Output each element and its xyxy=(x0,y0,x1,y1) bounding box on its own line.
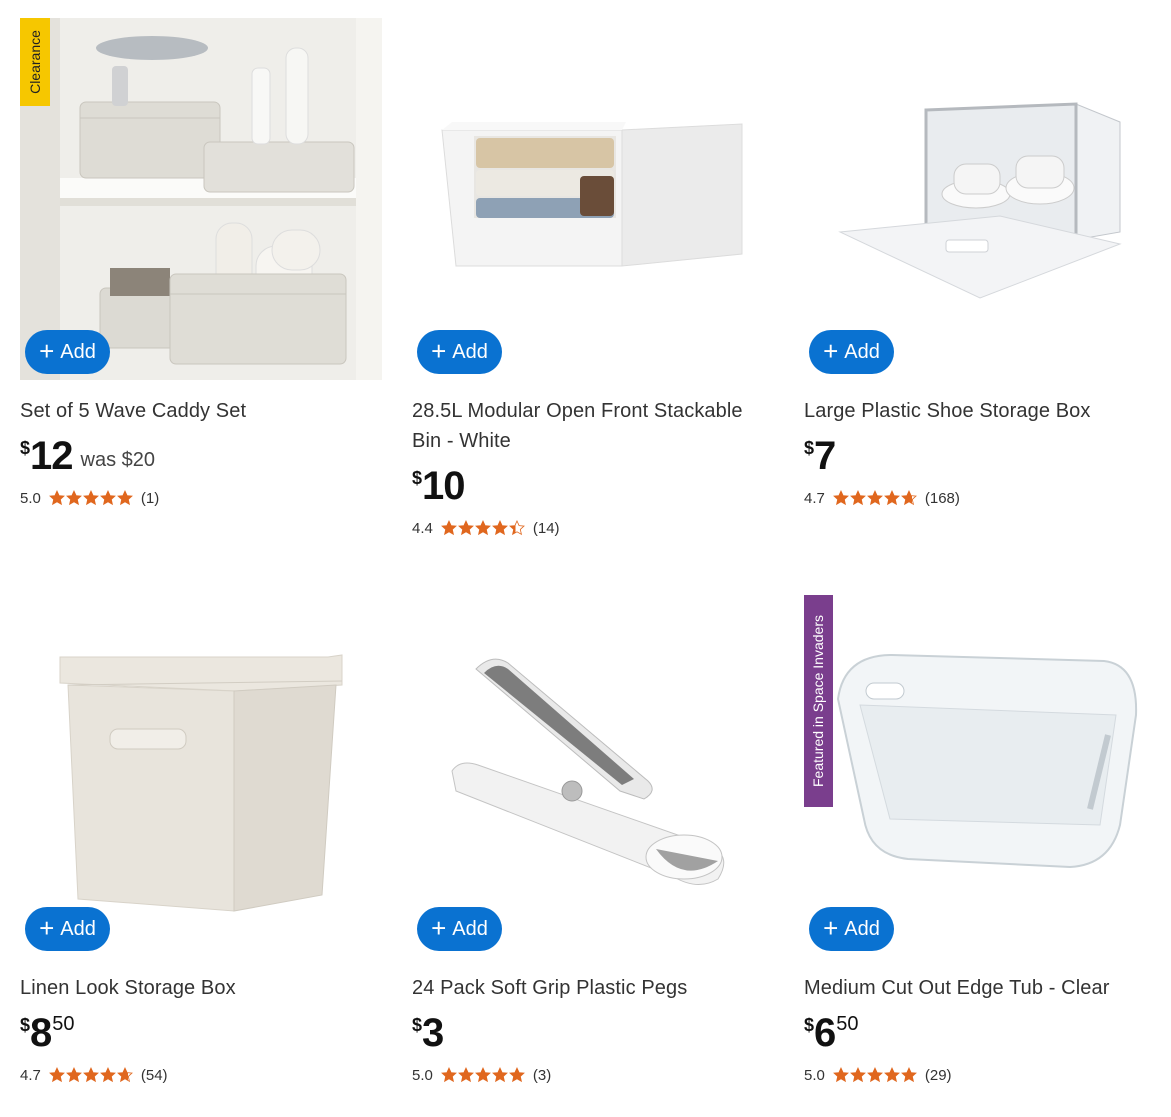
star-icon xyxy=(82,1067,99,1083)
star-rating xyxy=(440,520,525,536)
rating-value: 4.7 xyxy=(804,489,825,507)
product-price: $ 3 xyxy=(412,1011,444,1055)
star-icon xyxy=(832,1067,849,1083)
star-icon xyxy=(508,1067,525,1083)
product-card[interactable]: + Add Linen Look Storage Box $ 8 50 4.7 … xyxy=(20,595,382,1085)
add-to-cart-button[interactable]: + Add xyxy=(809,907,894,951)
star-rating xyxy=(832,490,917,506)
featured-badge: Featured in Space Invaders xyxy=(804,595,833,807)
product-rating: 4.4 (14) xyxy=(412,518,774,538)
star-icon xyxy=(866,490,883,506)
add-to-cart-button[interactable]: + Add xyxy=(25,330,110,374)
star-icon xyxy=(900,490,917,506)
product-rating: 5.0 (29) xyxy=(804,1065,1166,1085)
star-icon xyxy=(832,490,849,506)
product-card[interactable]: Featured in Space Invaders + Add Medium … xyxy=(804,595,1166,1085)
linen-box-photo xyxy=(20,595,382,957)
star-icon xyxy=(900,1067,917,1083)
product-rating: 4.7 (54) xyxy=(20,1065,382,1085)
product-image[interactable]: Featured in Space Invaders + Add xyxy=(804,595,1166,957)
product-card[interactable]: Clearance + Add Set of 5 Wave Caddy Set … xyxy=(20,18,382,508)
product-price: $ 6 50 xyxy=(804,1011,859,1055)
review-count: (1) xyxy=(140,489,160,507)
product-price: $ 8 50 xyxy=(20,1011,75,1055)
star-icon xyxy=(99,490,116,506)
review-count: (3) xyxy=(532,1066,552,1084)
star-icon xyxy=(883,1067,900,1083)
modular-bin-photo xyxy=(412,18,774,380)
product-card[interactable]: + Add 28.5L Modular Open Front Stackable… xyxy=(412,18,774,538)
product-card[interactable]: + Add 24 Pack Soft Grip Plastic Pegs $ 3… xyxy=(412,595,774,1085)
star-icon xyxy=(474,520,491,536)
star-icon xyxy=(116,490,133,506)
star-rating xyxy=(48,1067,133,1083)
star-icon xyxy=(440,1067,457,1083)
star-icon xyxy=(65,490,82,506)
star-icon xyxy=(116,1067,133,1083)
review-count: (168) xyxy=(924,489,960,507)
star-icon xyxy=(491,1067,508,1083)
product-image[interactable]: + Add xyxy=(20,595,382,957)
plus-icon: + xyxy=(823,336,839,366)
star-icon xyxy=(883,490,900,506)
product-price: $ 10 xyxy=(412,464,466,508)
product-title[interactable]: 28.5L Modular Open Front Stackable Bin -… xyxy=(412,396,774,456)
clear-tub-photo xyxy=(804,595,1166,957)
rating-value: 5.0 xyxy=(412,1066,433,1084)
star-icon xyxy=(457,520,474,536)
product-image[interactable]: Clearance + Add xyxy=(20,18,382,380)
plus-icon: + xyxy=(431,913,447,943)
star-rating xyxy=(832,1067,917,1083)
product-price: $ 7 xyxy=(804,434,836,478)
star-icon xyxy=(474,1067,491,1083)
star-icon xyxy=(866,1067,883,1083)
product-title[interactable]: 24 Pack Soft Grip Plastic Pegs xyxy=(412,973,774,1003)
star-rating xyxy=(48,490,133,506)
star-icon xyxy=(65,1067,82,1083)
rating-value: 4.4 xyxy=(412,519,433,537)
add-to-cart-button[interactable]: + Add xyxy=(809,330,894,374)
rating-value: 5.0 xyxy=(804,1066,825,1084)
product-image[interactable]: + Add xyxy=(412,18,774,380)
star-icon xyxy=(440,520,457,536)
star-icon xyxy=(99,1067,116,1083)
product-rating: 5.0 (3) xyxy=(412,1065,774,1085)
product-title[interactable]: Medium Cut Out Edge Tub - Clear xyxy=(804,973,1166,1003)
review-count: (14) xyxy=(532,519,560,537)
review-count: (54) xyxy=(140,1066,168,1084)
pegs-photo xyxy=(412,595,774,957)
plus-icon: + xyxy=(39,913,55,943)
rating-value: 5.0 xyxy=(20,489,41,507)
star-icon xyxy=(48,1067,65,1083)
product-title[interactable]: Linen Look Storage Box xyxy=(20,973,382,1003)
wave-caddy-photo xyxy=(20,18,382,380)
plus-icon: + xyxy=(823,913,839,943)
star-icon xyxy=(508,520,525,536)
add-to-cart-button[interactable]: + Add xyxy=(417,330,502,374)
product-title[interactable]: Large Plastic Shoe Storage Box xyxy=(804,396,1166,426)
was-price: was $20 xyxy=(80,449,156,471)
product-rating: 4.7 (168) xyxy=(804,488,1166,508)
shoe-box-photo xyxy=(804,18,1166,380)
plus-icon: + xyxy=(39,336,55,366)
product-title[interactable]: Set of 5 Wave Caddy Set xyxy=(20,396,382,426)
add-to-cart-button[interactable]: + Add xyxy=(25,907,110,951)
star-icon xyxy=(457,1067,474,1083)
star-icon xyxy=(491,520,508,536)
star-rating xyxy=(440,1067,525,1083)
star-icon xyxy=(48,490,65,506)
product-image[interactable]: + Add xyxy=(804,18,1166,380)
review-count: (29) xyxy=(924,1066,952,1084)
product-image[interactable]: + Add xyxy=(412,595,774,957)
star-icon xyxy=(849,1067,866,1083)
plus-icon: + xyxy=(431,336,447,366)
clearance-badge: Clearance xyxy=(20,18,50,106)
product-price: $ 12 was $20 xyxy=(20,434,156,478)
product-rating: 5.0 (1) xyxy=(20,488,382,508)
product-card[interactable]: + Add Large Plastic Shoe Storage Box $ 7… xyxy=(804,18,1166,508)
star-icon xyxy=(849,490,866,506)
rating-value: 4.7 xyxy=(20,1066,41,1084)
add-to-cart-button[interactable]: + Add xyxy=(417,907,502,951)
star-icon xyxy=(82,490,99,506)
